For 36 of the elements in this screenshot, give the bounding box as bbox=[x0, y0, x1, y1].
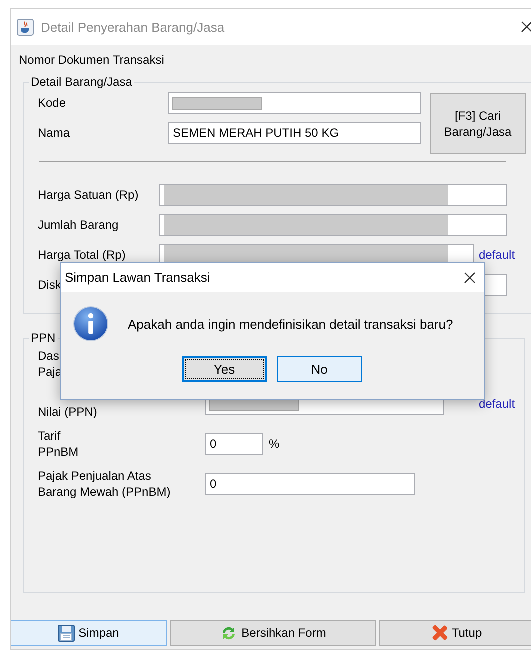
input-field[interactable]: 0 bbox=[205, 433, 263, 455]
action-button[interactable]: Tutup bbox=[379, 620, 531, 646]
close-icon[interactable] bbox=[521, 21, 531, 33]
input-field[interactable]: 0 bbox=[205, 473, 415, 495]
field-label: Nomor Dokumen Transaksi bbox=[19, 53, 166, 69]
group-title: PPN bbox=[30, 331, 57, 345]
input-field[interactable] bbox=[168, 92, 421, 114]
input-field[interactable] bbox=[159, 214, 507, 236]
unit-label: % bbox=[269, 437, 280, 451]
field-label: Harga Satuan (Rp) bbox=[38, 187, 139, 203]
group-title: Detail Barang/Jasa bbox=[30, 75, 134, 89]
dialog-title: Simpan Lawan Transaksi bbox=[65, 270, 210, 285]
close-icon bbox=[432, 625, 448, 641]
field-label: Tarif PPnBM bbox=[38, 428, 79, 460]
field-label: Pajak Penjualan Atas Barang Mewah (PPnBM) bbox=[38, 468, 171, 500]
action-button[interactable]: Bersihkan Form bbox=[170, 620, 376, 646]
input-field[interactable]: SEMEN MERAH PUTIH 50 KG bbox=[168, 122, 421, 144]
dialog-message: Apakah anda ingin mendefinisikan detail transaksi baru? bbox=[128, 316, 454, 332]
field-label: Disk bbox=[38, 277, 62, 293]
default-link[interactable]: default bbox=[474, 248, 526, 262]
save-icon bbox=[58, 624, 75, 642]
input-field[interactable] bbox=[159, 184, 507, 206]
default-link[interactable]: default bbox=[444, 397, 516, 411]
field-label: Nama bbox=[38, 125, 70, 141]
action-button[interactable]: Simpan bbox=[11, 620, 167, 646]
field-label: Jumlah Barang bbox=[38, 217, 119, 233]
info-icon bbox=[73, 306, 109, 342]
close-icon[interactable] bbox=[464, 272, 476, 284]
search-button[interactable]: [F3] Cari Barang/Jasa bbox=[430, 93, 526, 154]
cup-icon bbox=[17, 18, 34, 36]
field-label: Kode bbox=[38, 95, 66, 111]
dialog-button[interactable]: Yes bbox=[182, 356, 267, 382]
dialog-button[interactable]: No bbox=[277, 356, 362, 382]
window-title: Detail Penyerahan Barang/Jasa bbox=[41, 20, 225, 34]
field-label: Nilai (PPN) bbox=[38, 404, 98, 420]
field-label: Harga Total (Rp) bbox=[38, 247, 126, 263]
